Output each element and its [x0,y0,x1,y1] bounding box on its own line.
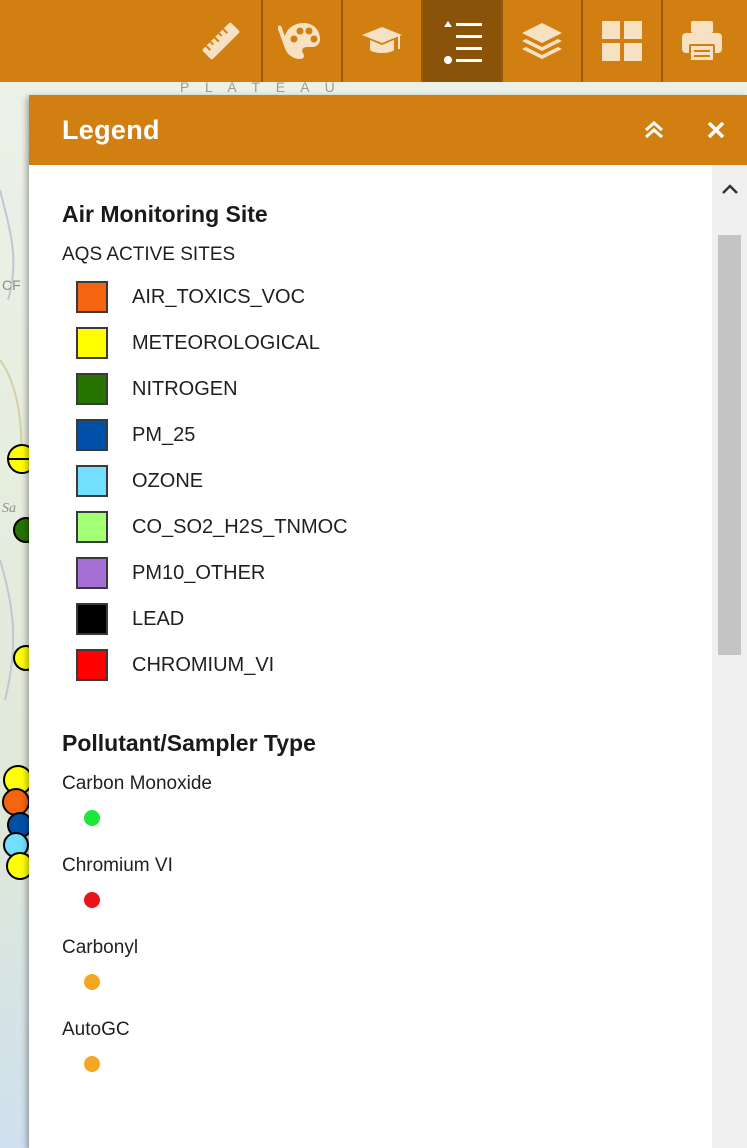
legend-swatch [76,327,108,359]
close-icon [707,121,725,139]
legend-swatch [76,603,108,635]
pollutant-list: Carbon Monoxide Chromium VI Carbonyl AutoGC [62,773,689,1087]
layer-title-aqs-active-sites: AQS ACTIVE SITES [62,244,236,265]
about-button[interactable] [341,0,421,82]
legend-swatch [76,649,108,681]
legend-button[interactable] [421,0,501,82]
graduation-cap-icon [362,27,402,53]
legend-item-label: CO_SO2_H2S_TNMOC [132,515,348,538]
pollutant-item: Carbon Monoxide [62,773,689,841]
legend-item-label: CHROMIUM_VI [132,653,275,676]
pollutant-item: AutoGC [62,1019,689,1087]
legend-swatch [76,373,108,405]
legend-item-label: NITROGEN [132,377,238,400]
legend-swatch [76,557,108,589]
pollutant-label: Chromium VI [62,855,173,876]
basemap-gallery-button[interactable] [581,0,661,82]
list-icon [444,21,482,64]
legend-item: CHROMIUM_VI [62,642,689,688]
pollutant-dot [84,974,100,990]
chevron-up-icon [721,184,738,194]
pollutant-label: Carbon Monoxide [62,773,212,794]
legend-item: METEOROLOGICAL [62,320,689,366]
printer-icon [682,21,722,62]
pollutant-dot [84,892,100,908]
legend-item-label: LEAD [132,607,185,630]
section-title-pollutant: Pollutant/Sampler Type [62,730,316,756]
legend-panel-body[interactable]: Air Monitoring Site AQS ACTIVE SITES AIR… [29,165,747,1148]
pollutant-item: Chromium VI [62,855,689,923]
panel-actions [643,120,725,140]
legend-item: OZONE [62,458,689,504]
symbology-button[interactable] [261,0,341,82]
legend-swatch [76,419,108,451]
pollutant-item: Carbonyl [62,937,689,1005]
site-type-list: AIR_TOXICS_VOC METEOROLOGICAL NITROGEN PM_2… [62,274,689,688]
close-button[interactable] [707,121,725,139]
print-button[interactable] [661,0,741,82]
measure-button[interactable] [181,0,261,82]
pollutant-dot [84,1056,100,1072]
legend-item-label: PM_25 [132,423,196,446]
scroll-up-button[interactable] [712,183,747,213]
grid-icon [602,21,642,61]
pollutant-symbol-row [62,795,689,841]
collapse-button[interactable] [643,120,665,140]
section-title-air-monitoring: Air Monitoring Site [62,201,268,227]
legend-item-label: OZONE [132,469,204,492]
legend-panel: Legend Air Monitoring Site AQS ACTIVE SI… [29,95,747,1148]
legend-item-label: AIR_TOXICS_VOC [132,285,306,308]
legend-item: CO_SO2_H2S_TNMOC [62,504,689,550]
pollutant-symbol-row [62,1041,689,1087]
legend-item-label: PM10_OTHER [132,561,266,584]
legend-swatch [76,511,108,543]
pollutant-dot [84,810,100,826]
legend-scrollbar[interactable] [712,165,747,1148]
map-label-c: CF [2,277,21,293]
legend-item: LEAD [62,596,689,642]
legend-panel-title: Legend [62,114,160,145]
pollutant-symbol-row [62,877,689,923]
site-marker-cluster-2 [2,788,30,816]
section-pollutant: Pollutant/Sampler Type Carbon Monoxide Ch… [62,730,689,1087]
layers-icon [522,23,562,59]
map-label-sa: Sa [2,501,16,516]
double-chevron-up-icon [645,121,663,139]
legend-item: PM_25 [62,412,689,458]
legend-item: AIR_TOXICS_VOC [62,274,689,320]
legend-content: Air Monitoring Site AQS ACTIVE SITES AIR… [29,165,689,1087]
legend-item-label: METEOROLOGICAL [132,331,320,354]
palette-icon [278,23,320,59]
legend-swatch [76,281,108,313]
scrollbar-thumb[interactable] [718,235,741,655]
layers-button[interactable] [501,0,581,82]
legend-panel-header: Legend [29,95,747,165]
pollutant-symbol-row [62,959,689,1005]
pollutant-label: Carbonyl [62,937,139,958]
legend-item: NITROGEN [62,366,689,412]
ruler-icon [202,22,240,60]
legend-item: PM10_OTHER [62,550,689,596]
top-toolbar [0,0,747,82]
pollutant-label: AutoGC [62,1019,130,1040]
legend-swatch [76,465,108,497]
